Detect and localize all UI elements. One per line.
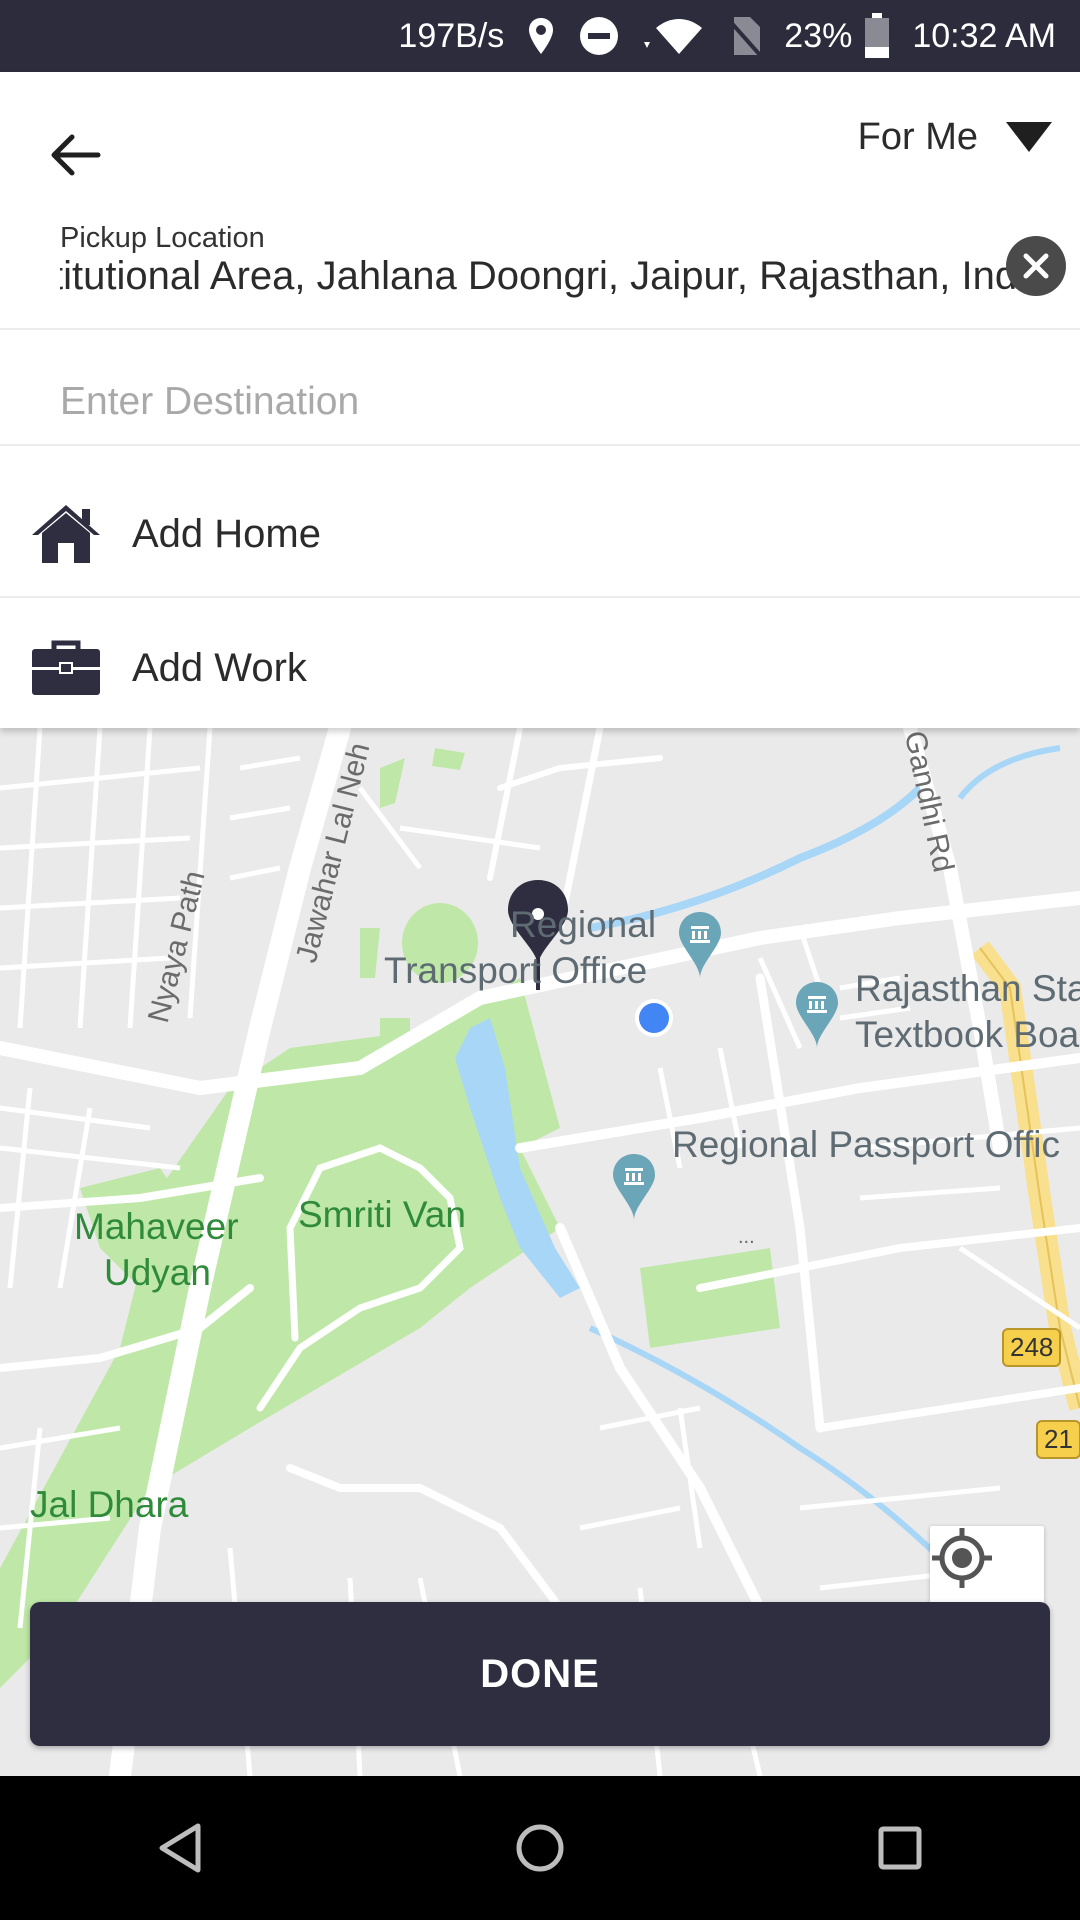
nav-recents-button[interactable]	[840, 1788, 960, 1908]
close-icon	[1023, 253, 1049, 279]
map-place-label: Regional	[510, 904, 657, 945]
pickup-label: Pickup Location	[60, 222, 265, 254]
clock: 10:32 AM	[912, 16, 1056, 55]
do-not-disturb-icon	[578, 15, 620, 57]
route-panel: For Me Pickup Location stitutional Area,…	[0, 72, 1080, 728]
dropdown-triangle-icon	[1006, 122, 1052, 152]
system-nav-bar	[0, 1776, 1080, 1920]
map-place-label: Rajasthan Sta	[855, 968, 1080, 1009]
clear-pickup-button[interactable]	[1006, 236, 1066, 296]
network-speed: 197B/s	[398, 16, 505, 55]
divider	[0, 596, 1080, 598]
rider-selector-label: For Me	[857, 115, 978, 158]
location-icon	[526, 16, 556, 56]
map-place-label: Transport Office	[384, 950, 648, 991]
map-place-label: Regional Passport Offic	[672, 1124, 1061, 1165]
nav-back-button[interactable]	[120, 1788, 240, 1908]
add-work-row[interactable]: Add Work	[0, 602, 1080, 734]
rider-selector[interactable]: For Me	[858, 102, 1052, 172]
add-work-label: Add Work	[132, 645, 307, 690]
destination-input[interactable]	[60, 362, 1040, 442]
done-button[interactable]: DONE	[30, 1602, 1050, 1746]
divider	[0, 444, 1080, 446]
crosshair-icon	[932, 1528, 992, 1588]
map-place-label: Jal Dhara	[30, 1484, 189, 1525]
status-bar: 197B/s 23% 10:32 AM	[0, 0, 1080, 72]
no-sim-icon	[726, 15, 762, 57]
circle-home-icon	[516, 1824, 564, 1872]
map-place-label: Udyan	[104, 1252, 211, 1293]
highway-shield: 21	[1036, 1420, 1080, 1459]
pickup-location-value: stitutional Area, Jahlana Doongri, Jaipu…	[60, 254, 1049, 298]
triangle-back-icon	[159, 1823, 201, 1873]
back-button[interactable]	[40, 120, 110, 190]
map-place-label: Mahaveer	[74, 1206, 239, 1247]
add-home-label: Add Home	[132, 511, 321, 556]
briefcase-icon	[30, 632, 102, 704]
home-icon	[30, 498, 102, 570]
battery-icon	[864, 13, 890, 59]
highway-shield: 248	[1002, 1328, 1062, 1367]
nav-home-button[interactable]	[480, 1788, 600, 1908]
wifi-icon	[642, 16, 704, 56]
divider	[0, 328, 1080, 330]
battery-percent: 23%	[784, 16, 853, 55]
square-recents-icon	[878, 1826, 922, 1870]
map-place-label: Smriti Van	[298, 1194, 466, 1235]
back-arrow-icon	[51, 134, 101, 176]
add-home-row[interactable]: Add Home	[0, 468, 1080, 600]
map-place-label: Textbook Boa	[855, 1014, 1080, 1055]
pickup-location-field[interactable]: stitutional Area, Jahlana Doongri, Jaipu…	[60, 254, 1080, 310]
svg-text:...: ...	[738, 1226, 755, 1248]
